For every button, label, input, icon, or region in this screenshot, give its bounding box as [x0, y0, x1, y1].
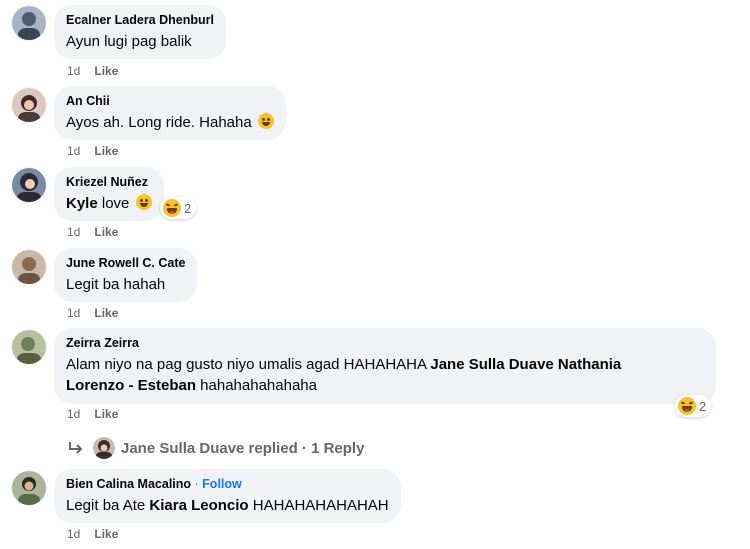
comment-meta: 1d Like — [67, 64, 118, 78]
reaction-badge[interactable]: 2 — [675, 395, 712, 417]
mention-link[interactable]: Jane Sulla Duave Nathania — [430, 356, 621, 373]
avatar[interactable] — [12, 330, 46, 364]
comment-time[interactable]: 1d — [67, 407, 80, 421]
comment-meta: 1d Like — [67, 144, 118, 158]
comment-meta: 1d Like — [67, 306, 118, 320]
comment-time[interactable]: 1d — [67, 64, 80, 78]
reaction-badge[interactable]: 2 — [160, 197, 197, 219]
commenter-name[interactable]: June Rowell C. Cate — [66, 255, 185, 271]
commenter-name[interactable]: An Chii — [66, 93, 274, 109]
mention-link[interactable]: Kyle — [66, 195, 98, 212]
like-button[interactable]: Like — [94, 64, 118, 78]
replies-label[interactable]: Jane Sulla Duave replied · 1 Reply — [121, 440, 364, 457]
avatar — [93, 437, 115, 459]
reply-arrow-icon — [69, 442, 83, 454]
commenter-name[interactable]: Ecalner Ladera Dhenburl — [66, 12, 214, 28]
avatar[interactable] — [12, 250, 46, 284]
like-button[interactable]: Like — [94, 527, 118, 541]
comment-meta: 1d Like — [67, 527, 118, 541]
comment-meta: 1d Like — [67, 407, 118, 421]
like-button[interactable]: Like — [94, 225, 118, 239]
grin-emoji-icon — [135, 194, 152, 210]
comment-time[interactable]: 1d — [67, 225, 80, 239]
comment-bubble: An Chii Ayos ah. Long ride. Hahaha — [54, 86, 286, 140]
comment-text: Alam niyo na pag gusto niyo umalis agad … — [66, 356, 622, 394]
like-button[interactable]: Like — [94, 144, 118, 158]
comment-text: Legit ba Ate Kiara Leoncio HAHAHAHAHAHAH — [66, 497, 389, 514]
comment-time[interactable]: 1d — [67, 527, 80, 541]
commenter-name[interactable]: Zeirra Zeirra — [66, 335, 704, 351]
haha-reaction-icon — [163, 199, 181, 217]
reaction-count: 2 — [699, 398, 707, 414]
avatar[interactable] — [12, 471, 46, 505]
comment-bubble: Bien Calina Macalino · Follow Legit ba A… — [54, 469, 401, 523]
comment-time[interactable]: 1d — [67, 144, 80, 158]
comment-text: Legit ba hahah — [66, 276, 166, 293]
comment-text: Ayos ah. Long ride. Hahaha — [66, 112, 274, 133]
mention-link[interactable]: Kiara Leoncio — [149, 497, 248, 514]
avatar[interactable] — [12, 6, 46, 40]
like-button[interactable]: Like — [94, 407, 118, 421]
like-button[interactable]: Like — [94, 306, 118, 320]
comment-time[interactable]: 1d — [67, 306, 80, 320]
view-replies-link[interactable]: Jane Sulla Duave replied · 1 Reply — [67, 437, 364, 459]
comment-bubble: Ecalner Ladera Dhenburl Ayun lugi pag ba… — [54, 5, 226, 59]
avatar[interactable] — [12, 168, 46, 202]
reaction-count: 2 — [184, 200, 192, 216]
grin-emoji-icon — [257, 113, 274, 129]
haha-reaction-icon — [678, 397, 696, 415]
follow-button[interactable]: Follow — [202, 477, 242, 491]
comment-bubble: June Rowell C. Cate Legit ba hahah — [54, 248, 198, 302]
commenter-name-link[interactable]: Bien Calina Macalino — [66, 477, 191, 491]
commenter-name[interactable]: Kriezel Nuñez — [66, 174, 152, 190]
separator-dot: · — [194, 477, 199, 491]
mention-link[interactable]: Lorenzo - Esteban — [66, 377, 196, 394]
avatar[interactable] — [12, 88, 46, 122]
commenter-name: Bien Calina Macalino · Follow — [66, 476, 389, 492]
comment-text: Kyle love — [66, 193, 152, 214]
comment-bubble: Kriezel Nuñez Kyle love — [54, 167, 164, 221]
comment-meta: 1d Like — [67, 225, 118, 239]
comment-text: Ayun lugi pag balik — [66, 33, 192, 50]
comment-bubble: Zeirra Zeirra Alam niyo na pag gusto niy… — [54, 328, 716, 404]
